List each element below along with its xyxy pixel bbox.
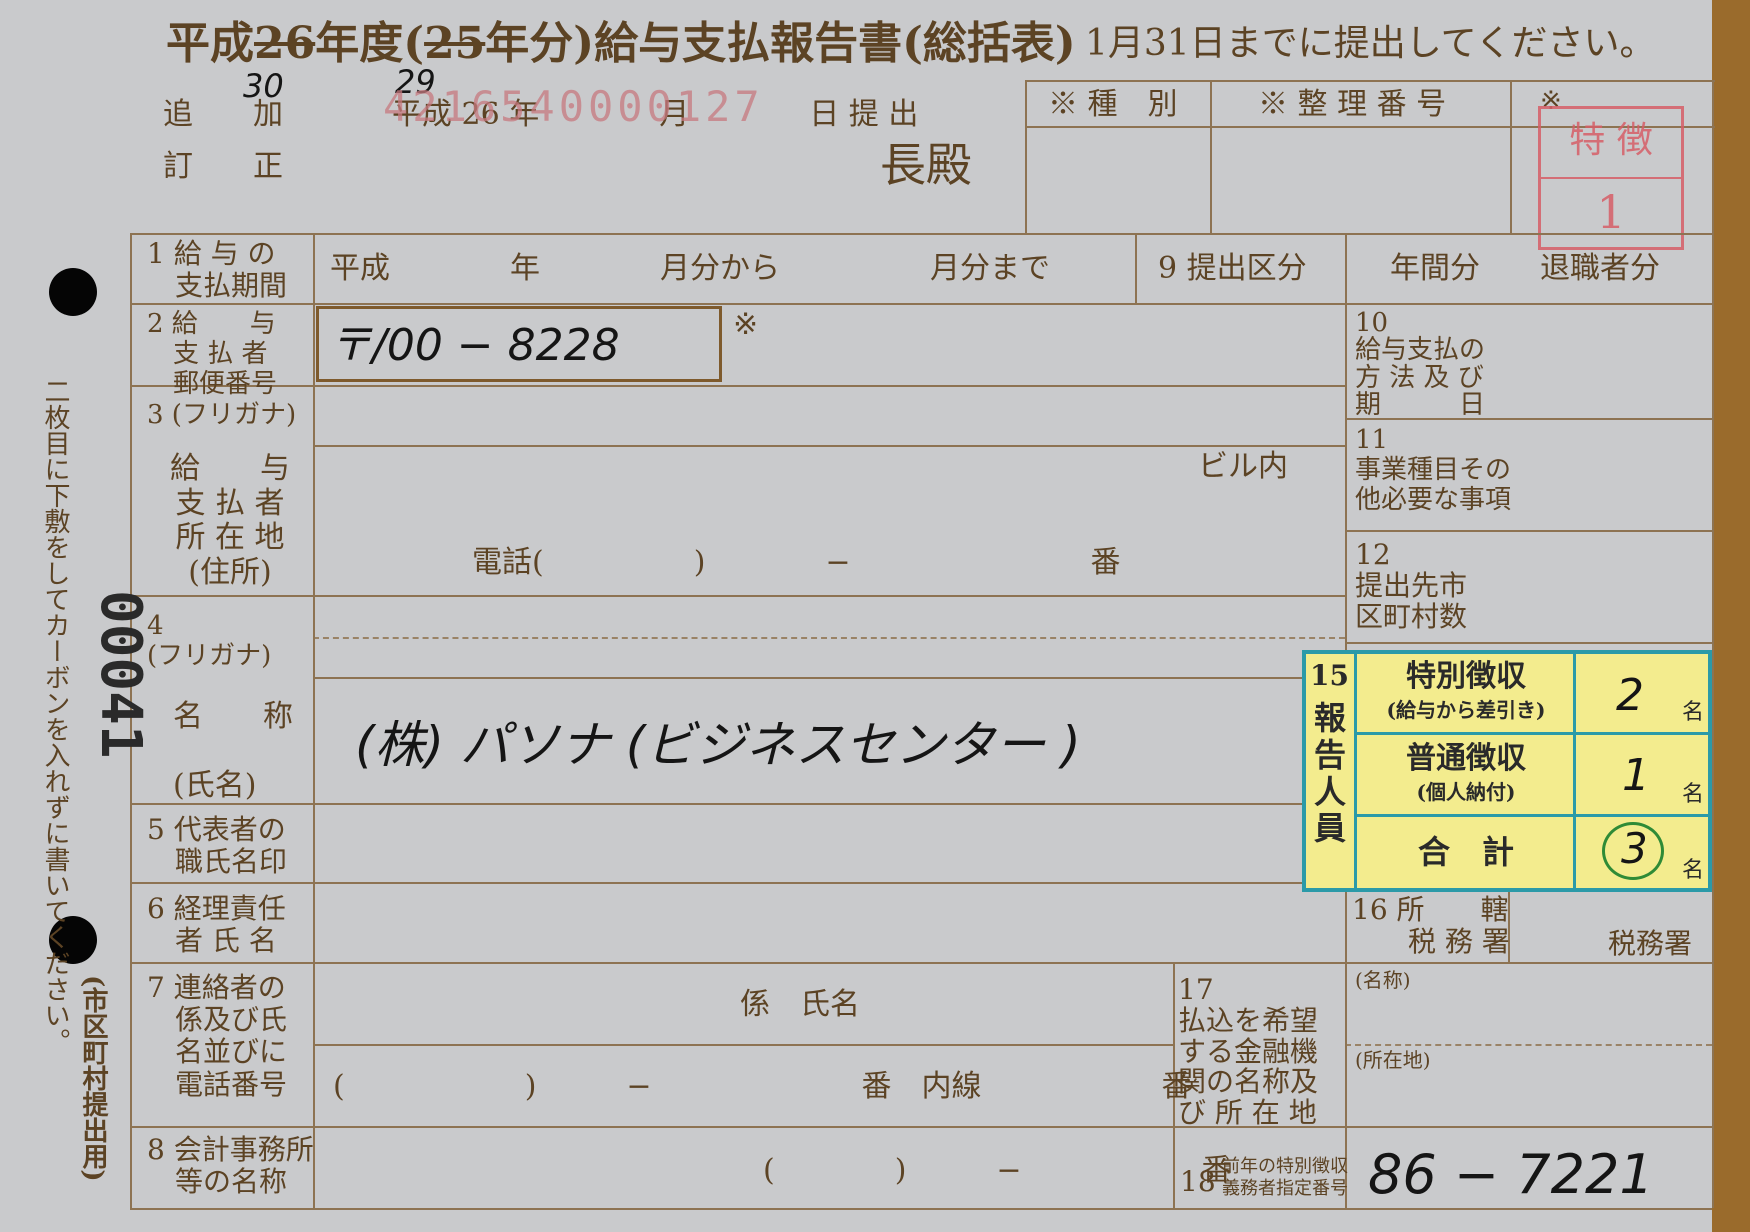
deadline-note: 1月31日までに提出してください。 [1085,23,1656,64]
normal-collection-sub: (個人納付) [1416,780,1516,804]
contact-phone-field: ( ) − 番 内線 番 [333,1069,1192,1104]
municipality-count-label: 12 提出先市 区町村数 [1355,538,1468,633]
representative-label: 5 代表者の 職氏名印 [147,813,288,879]
accounting-office-label: 8 会計事務所 等の名称 [147,1133,314,1199]
special-collection-sub: (給与から差引き) [1386,698,1546,722]
paper-edge [1712,0,1750,1232]
payroll-report-summary-form: 平成26年度(25年分)給与支払報告書(総括表) 1月31日までに提出してくださ… [0,0,1750,1232]
contact-name-field: 係 氏名 [740,987,860,1022]
correct-label: 訂 正 [163,149,283,184]
total-label: 合 計 [1417,833,1514,871]
payment-method-label: 10 給与支払の 方 法 及 び 期 日 [1355,308,1486,420]
unit-total: 名 [1682,858,1705,883]
tax-office-suffix: 税務署 [1608,927,1693,960]
submission-type-label: 9 提出区分 [1158,251,1307,286]
report-box-title: 報 告 人 員 [1314,699,1347,848]
stamp-text-top: 特 徴 [1569,120,1653,161]
form-title: 平成26年度(25年分)給与支払報告書(総括表) [166,18,1076,69]
payer-name-value: (株) パソナ (ビジネスセンター ) [355,716,1081,774]
postal-note-mark: ※ [733,307,759,342]
contact-person-label: 7 連絡者の 係及び氏 名並びに 電話番号 [147,971,288,1101]
bank-info-label: 17 払込を希望 する金融機 関の名称及 び 所 在 地 [1178,973,1319,1130]
stamp-text-bottom: 1 [1596,185,1626,239]
pay-period-field: 平成 年 月分から 月分まで [330,251,1050,286]
unit-normal: 名 [1682,782,1705,807]
normal-collection-label: 普通徴収 [1406,741,1526,776]
pay-period-label: 1 給 与 の 支払期間 [147,237,288,303]
submission-type-retired: 退職者分 [1540,251,1660,286]
add-label: 追 加 [163,97,283,132]
payer-name-label: 名 称 (氏名) [173,699,293,803]
unit-special: 名 [1682,700,1705,725]
punch-hole-top [49,268,97,316]
payer-postal-label: 2 給 与 支 払 者 郵便番号 [147,309,278,399]
serial-number: 00041 [88,590,153,759]
bank-name-label: (名称) [1355,968,1411,992]
accounting-office-phone: ( ) − 番 [763,1153,1232,1188]
carbon-instruction: 二枚目に下敷をしてカーボンを入れずに書いてください。 [40,378,70,1054]
bank-address-label: (所在地) [1355,1048,1431,1072]
stamped-number: 4216540000127 [383,82,764,131]
name-furigana-label: 4 (フリガナ) [147,611,272,671]
payer-address-label: 給 与 支 払 者 所 在 地 (住所) [170,451,290,590]
postal-code-value: 〒/00 − 8228 [328,320,620,371]
submission-type-annual: 年間分 [1390,251,1480,286]
tax-office-label: 16 所 轄 税 務 署 [1352,893,1510,959]
special-collection-count: 2 [1616,670,1644,721]
building-suffix: ビル内 [1198,449,1288,484]
report-box-number: 15 [1310,659,1349,692]
special-collection-stamp: 特 徴 1 [1538,106,1684,250]
prev-year-number-label: 前年の特別徴収 義務者指定番号 [1222,1156,1348,1199]
prev-year-number-value: 86 − 7221 [1368,1143,1654,1206]
phone-field: 電話( ) − 番 [472,545,1121,580]
normal-collection-count: 1 [1622,750,1650,801]
business-type-label: 11 事業種目その 他必要な事項 [1355,425,1512,515]
address-furigana-label: 3 (フリガナ) [147,400,297,430]
report-headcount-box: 15 報 告 人 員 特別徴収 (給与から差引き) 普通徴収 (個人納付) 合 … [1302,650,1712,892]
total-count: 3 [1621,824,1648,873]
accounting-manager-label: 6 経理責任 者 氏 名 [147,892,286,958]
prev-year-number-index: 18 [1180,1165,1216,1198]
addressee-suffix: 長殿 [880,138,972,192]
reference-number-label: ※ 整 理 番 号 [1258,87,1447,122]
copy-footer-label: (市区町村提出用) [78,975,108,1182]
special-collection-label: 特別徴収 [1406,659,1526,694]
type-label: ※ 種 別 [1048,87,1178,122]
